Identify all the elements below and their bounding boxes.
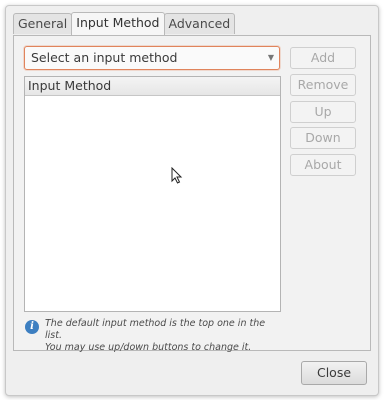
input-method-select-value: Select an input method [31, 50, 178, 65]
input-method-list[interactable]: Input Method [24, 76, 281, 312]
tab-advanced[interactable]: Advanced [163, 13, 236, 34]
add-button[interactable]: Add [290, 47, 356, 69]
remove-button[interactable]: Remove [290, 74, 356, 96]
tab-bar: General Input Method Advanced [13, 12, 236, 35]
info-icon: i [25, 320, 39, 334]
input-method-select[interactable]: Select an input method ▼ [24, 46, 280, 70]
tab-input-method[interactable]: Input Method [71, 12, 165, 35]
down-button[interactable]: Down [290, 127, 356, 149]
close-button[interactable]: Close [301, 361, 367, 385]
info-message: The default input method is the top one … [45, 318, 285, 354]
about-button[interactable]: About [290, 154, 356, 176]
info-line-2: You may use up/down buttons to change it… [45, 342, 252, 353]
chevron-down-icon: ▼ [267, 53, 274, 62]
info-line-1: The default input method is the top one … [45, 318, 266, 341]
list-column-header[interactable]: Input Method [25, 77, 280, 96]
up-button[interactable]: Up [290, 101, 356, 123]
mouse-pointer-icon [171, 167, 183, 184]
tab-general[interactable]: General [13, 13, 73, 34]
